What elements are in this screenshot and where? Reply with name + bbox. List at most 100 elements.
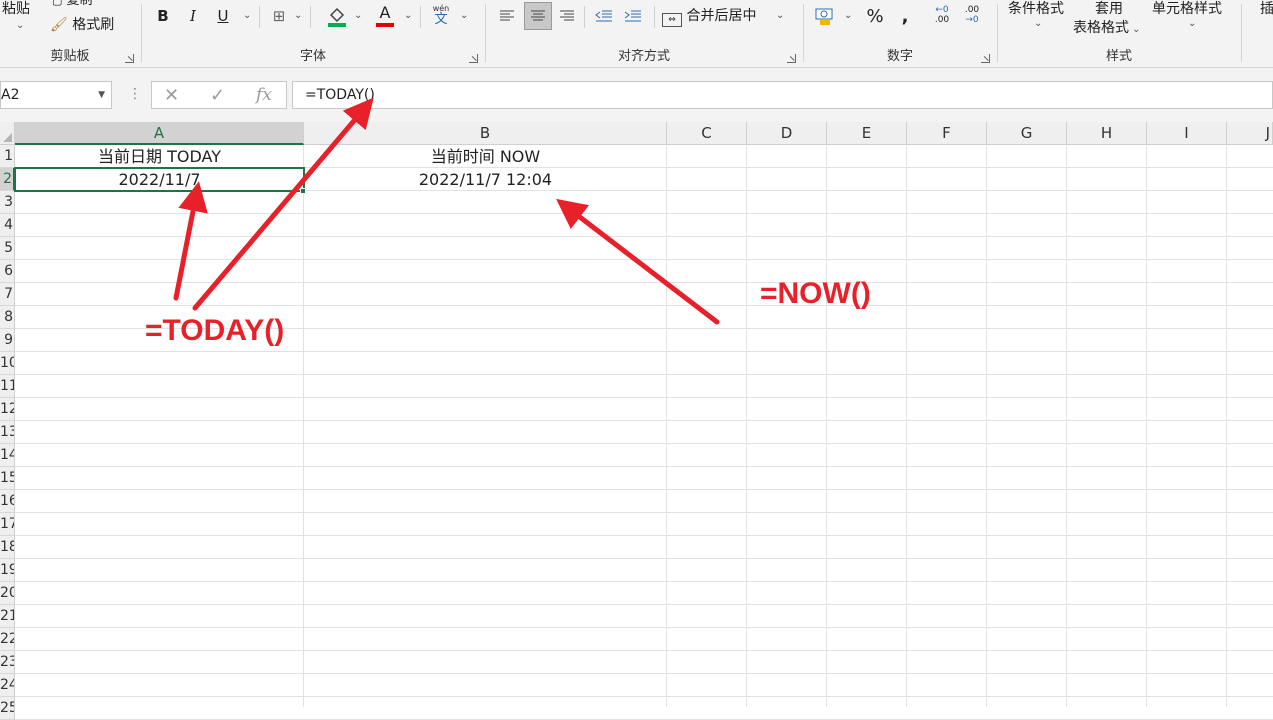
accounting-format-icon[interactable] — [814, 5, 836, 27]
row-header-5[interactable]: 5 — [0, 237, 15, 260]
paste-button[interactable]: 粘贴 — [2, 0, 30, 18]
row-header-11[interactable]: 11 — [0, 375, 15, 398]
row-header-15[interactable]: 15 — [0, 467, 15, 490]
column-header-c[interactable]: C — [667, 122, 747, 145]
font-color-button[interactable]: A — [374, 4, 396, 27]
cell-b2[interactable]: 2022/11/7 12:04 — [304, 168, 667, 191]
cell-a1[interactable]: 当前日期 TODAY — [15, 145, 304, 168]
format-as-table-button[interactable]: 表格格式 ⌄ — [1073, 19, 1141, 39]
row-header-1[interactable]: 1 — [0, 145, 15, 168]
phonetic-guide-icon[interactable]: wén 文 — [432, 4, 450, 28]
align-left-icon[interactable] — [496, 5, 518, 27]
row-header-9[interactable]: 9 — [0, 329, 15, 352]
column-header-a[interactable]: A — [15, 122, 304, 145]
copy-button[interactable]: ▢ 复制 — [52, 0, 93, 10]
comma-style-button[interactable]: , — [894, 5, 916, 27]
increase-indent-icon[interactable] — [622, 5, 644, 27]
row-header-12[interactable]: 12 — [0, 398, 15, 421]
increase-decimal-button[interactable]: ←0 .00 — [931, 5, 953, 25]
column-header-g[interactable]: G — [987, 122, 1067, 145]
row-gridline — [15, 259, 1273, 260]
decrease-decimal-button[interactable]: .00 →0 — [961, 5, 983, 25]
select-all-button[interactable] — [0, 122, 15, 145]
row-header-6[interactable]: 6 — [0, 260, 15, 283]
font-color-dropdown-icon[interactable]: ⌄ — [404, 10, 412, 21]
align-center-icon[interactable] — [524, 2, 552, 30]
row-gridline — [15, 236, 1273, 237]
font-launcher-icon[interactable] — [469, 54, 478, 63]
column-header-i[interactable]: I — [1147, 122, 1227, 145]
column-header-d[interactable]: D — [747, 122, 827, 145]
copy-label: 复制 — [66, 0, 93, 8]
formula-input[interactable]: =TODAY() — [292, 81, 1273, 109]
font-group-label: 字体 — [299, 49, 326, 64]
conditional-format-dropdown-icon[interactable]: ⌄ — [1034, 18, 1042, 29]
column-gridline — [666, 145, 667, 707]
cell-b1[interactable]: 当前时间 NOW — [304, 145, 667, 168]
column-header-j[interactable]: J — [1227, 122, 1273, 145]
row-header-18[interactable]: 18 — [0, 536, 15, 559]
row-header-16[interactable]: 16 — [0, 490, 15, 513]
row-header-20[interactable]: 20 — [0, 582, 15, 605]
row-header-25[interactable]: 25 — [0, 697, 15, 720]
merge-center-button[interactable]: ⇔ 合并后居中 — [662, 7, 756, 27]
row-header-7[interactable]: 7 — [0, 283, 15, 306]
row-header-4[interactable]: 4 — [0, 214, 15, 237]
row-header-19[interactable]: 19 — [0, 559, 15, 582]
phonetic-dropdown-icon[interactable]: ⌄ — [460, 10, 468, 21]
row-header-21[interactable]: 21 — [0, 605, 15, 628]
format-as-table-line1[interactable]: 套用 — [1095, 0, 1123, 18]
bold-button[interactable]: B — [152, 5, 174, 27]
row-header-17[interactable]: 17 — [0, 513, 15, 536]
row-header-8[interactable]: 8 — [0, 306, 15, 329]
format-as-table-dropdown-icon: ⌄ — [1129, 24, 1141, 35]
align-right-icon[interactable] — [556, 5, 578, 27]
column-header-e[interactable]: E — [827, 122, 907, 145]
enter-icon[interactable]: ✓ — [210, 85, 225, 106]
alignment-group-label: 对齐方式 — [617, 49, 670, 64]
percent-style-button[interactable]: % — [864, 5, 886, 27]
cell-styles-dropdown-icon[interactable]: ⌄ — [1188, 18, 1196, 29]
row-header-14[interactable]: 14 — [0, 444, 15, 467]
decrease-indent-icon[interactable] — [593, 5, 615, 27]
row-header-23[interactable]: 23 — [0, 651, 15, 674]
insert-button-partial[interactable]: 插 — [1260, 0, 1273, 18]
cell-styles-button[interactable]: 单元格样式 — [1152, 0, 1222, 18]
name-box[interactable]: A2 ▼ — [0, 81, 112, 109]
cancel-icon[interactable]: ✕ — [164, 85, 179, 106]
column-header-b[interactable]: B — [304, 122, 667, 145]
number-launcher-icon[interactable] — [981, 54, 990, 63]
row-gridline — [15, 282, 1273, 283]
styles-group: 条件格式 ⌄ 套用 表格格式 ⌄ 单元格样式 ⌄ 样式 — [998, 0, 1240, 68]
insert-function-icon[interactable]: fx — [256, 85, 272, 105]
borders-icon[interactable]: ⊞ — [268, 5, 290, 27]
row-header-22[interactable]: 22 — [0, 628, 15, 651]
underline-dropdown-icon[interactable]: ⌄ — [243, 10, 251, 21]
column-header-f[interactable]: F — [907, 122, 987, 145]
row-header-13[interactable]: 13 — [0, 421, 15, 444]
paste-dropdown-icon[interactable]: ⌄ — [16, 20, 24, 31]
fill-color-dropdown-icon[interactable]: ⌄ — [354, 10, 362, 21]
row-header-24[interactable]: 24 — [0, 674, 15, 697]
merge-center-dropdown-icon[interactable]: ⌄ — [776, 10, 784, 21]
formula-bar-splitter-icon[interactable]: ⋮ — [128, 86, 142, 102]
clipboard-launcher-icon[interactable] — [125, 54, 134, 63]
row-header-2[interactable]: 2 — [0, 168, 15, 191]
row-header-10[interactable]: 10 — [0, 352, 15, 375]
row-gridline — [15, 443, 1273, 444]
underline-button[interactable]: U — [212, 5, 234, 27]
alignment-launcher-icon[interactable] — [787, 54, 796, 63]
italic-button[interactable]: I — [182, 5, 204, 27]
conditional-format-button[interactable]: 条件格式 — [1008, 0, 1064, 18]
phonetic-bottom: 文 — [434, 12, 448, 27]
fill-handle[interactable] — [300, 188, 306, 194]
name-box-dropdown-icon[interactable]: ▼ — [98, 82, 105, 108]
ribbon: 粘贴 ⌄ ▢ 复制 🖌 格式刷 剪贴板 B I U ⌄ ⊞ ⌄ ⌄ A ⌄ wé… — [0, 0, 1273, 68]
column-header-h[interactable]: H — [1067, 122, 1147, 145]
row-gridline — [15, 351, 1273, 352]
accounting-dropdown-icon[interactable]: ⌄ — [844, 10, 852, 21]
fill-color-icon[interactable] — [326, 5, 348, 27]
format-painter-button[interactable]: 🖌 格式刷 — [50, 16, 114, 34]
borders-dropdown-icon[interactable]: ⌄ — [294, 10, 302, 21]
row-header-3[interactable]: 3 — [0, 191, 15, 214]
